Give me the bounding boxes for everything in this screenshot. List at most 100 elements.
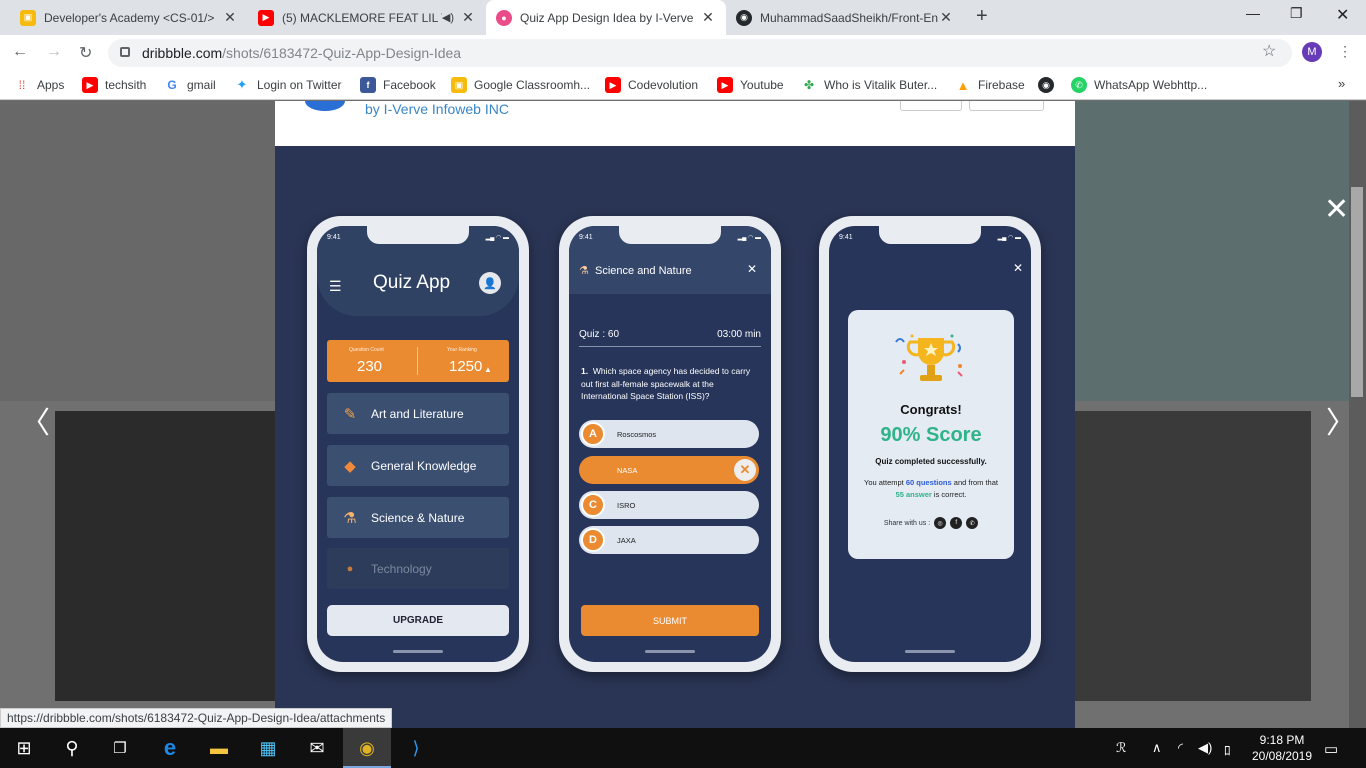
edge-icon[interactable]: e [158, 735, 182, 760]
header-button[interactable] [900, 101, 962, 111]
more-bookmarks-icon[interactable]: » [1338, 76, 1345, 91]
bookmark-apps[interactable]: ⁞⁞ Apps [14, 77, 64, 93]
maximize-button[interactable]: ❐ [1290, 5, 1303, 22]
vscode-icon[interactable]: ⟩ [404, 736, 428, 760]
close-icon[interactable]: ✕ [460, 9, 476, 26]
congrats-text: Congrats! [900, 402, 962, 417]
tab-github[interactable]: ◉ MuhammadSaadSheikh/Front-En ✕ [726, 0, 964, 35]
youtube-icon: ▶ [82, 77, 98, 93]
system-clock[interactable]: 9:18 PM 20/08/2019 [1246, 732, 1318, 764]
forward-button[interactable]: → [46, 43, 62, 61]
window-close-button[interactable]: ✕ [1336, 5, 1349, 25]
option-letter: A [581, 422, 605, 446]
previous-shot-icon[interactable]: 〈 [20, 398, 50, 442]
shot-author[interactable]: by I-Verve Infoweb INC [365, 101, 509, 117]
tray-chevron-icon[interactable]: ∧ [1152, 740, 1162, 756]
category-technology[interactable]: ● Technology [327, 548, 509, 589]
option-text: ISRO [617, 500, 636, 510]
user-avatar[interactable]: 👤 [479, 272, 501, 294]
classroom-icon: ▣ [451, 77, 467, 93]
option-d[interactable]: D JAXA [579, 526, 759, 554]
clock-date: 20/08/2019 [1251, 749, 1313, 763]
submit-button[interactable]: SUBMIT [581, 605, 759, 636]
result-card: Congrats! 90% Score Quiz completed succe… [848, 310, 1014, 559]
option-c[interactable]: C ISRO [579, 491, 759, 519]
notifications-icon[interactable]: ▭ [1324, 740, 1338, 758]
attempt-summary: You attempt 60 questions and from that 5… [864, 478, 998, 499]
whatsapp-icon[interactable]: ✆ [966, 517, 979, 529]
tab-youtube[interactable]: ▶ (5) MACKLEMORE FEAT LIL YA ◀) ✕ [248, 0, 486, 35]
mail-icon[interactable]: ✉ [305, 736, 329, 760]
chrome-icon[interactable]: ◉ [355, 736, 379, 760]
lightbox-close-icon[interactable]: ✕ [1324, 195, 1349, 225]
tab-dribbble[interactable]: ● Quiz App Design Idea by I-Verve ✕ [486, 0, 726, 35]
phone-notch [367, 226, 469, 244]
lightbox-backdrop[interactable]: by I-Verve Infoweb INC 9:41 ▂▄ ◠ ▬ ☰ Qui… [0, 101, 1366, 728]
bookmark-firebase[interactable]: ▲ Firebase [955, 77, 1025, 93]
close-icon[interactable]: ✕ [700, 9, 716, 26]
tab-developers-academy[interactable]: ▣ Developer's Academy <CS-01/> ✕ [10, 0, 248, 35]
share-label: Share with us : [883, 519, 931, 527]
close-icon[interactable]: ✕ [747, 262, 757, 276]
minimize-button[interactable]: — [1246, 5, 1260, 21]
url-path: /shots/6183472-Quiz-App-Design-Idea [222, 45, 462, 61]
option-b-wrong[interactable]: NASA ✕ [579, 456, 759, 484]
option-a[interactable]: A Roscosmos [579, 420, 759, 448]
back-button[interactable]: ← [12, 43, 28, 61]
close-icon[interactable]: ✕ [1013, 261, 1023, 275]
upgrade-button[interactable]: UPGRADE [327, 605, 509, 636]
page-scrollbar[interactable] [1349, 101, 1366, 728]
windows-start-icon[interactable]: ⊞ [12, 736, 36, 760]
scrollbar-thumb[interactable] [1351, 187, 1363, 397]
bookmark-github[interactable]: ◉ [1038, 77, 1061, 93]
store-icon[interactable]: ▦ [256, 736, 280, 760]
address-bar[interactable]: dribbble.com/shots/6183472-Quiz-App-Desi… [108, 39, 1292, 67]
adjacent-shot-left-dark [55, 411, 275, 701]
task-view-icon[interactable]: ❐ [108, 736, 132, 760]
hamburger-icon[interactable]: ☰ [329, 278, 342, 295]
menu-kebab-icon[interactable]: ⋮ [1338, 43, 1352, 60]
header-button[interactable] [969, 101, 1044, 111]
bookmark-gmail[interactable]: Ggmail [164, 77, 216, 93]
facebook-icon[interactable]: f [950, 517, 963, 529]
file-explorer-icon[interactable]: ▬ [207, 736, 231, 760]
share-row: Share with us : ◎ f ✆ [848, 517, 1014, 529]
category-general-knowledge[interactable]: ◆ General Knowledge [327, 445, 509, 486]
close-icon[interactable]: ✕ [938, 9, 954, 26]
bookmark-classroom[interactable]: ▣ Google Classroomh... [451, 77, 590, 93]
bookmark-star-icon[interactable]: ☆ [1262, 41, 1276, 61]
person-icon: ▲ [484, 365, 492, 374]
google-icon: G [164, 77, 180, 93]
phone-notch [619, 226, 721, 244]
bookmark-twitter[interactable]: ✦ Login on Twitter [234, 77, 342, 93]
status-time: 9:41 [839, 234, 853, 241]
close-icon[interactable]: ✕ [222, 9, 238, 26]
people-icon[interactable]: ℛ [1116, 740, 1126, 756]
dice-icon: ◆ [344, 457, 356, 475]
bookmark-whatsapp[interactable]: ✆ WhatsApp Webhttp... [1071, 77, 1207, 93]
github-icon: ◉ [736, 9, 752, 26]
youtube-icon: ▶ [258, 9, 274, 26]
profile-avatar[interactable]: M [1302, 42, 1322, 62]
tab-title: Developer's Academy <CS-01/> [44, 10, 215, 25]
bookmark-youtube[interactable]: ▶ Youtube [717, 77, 784, 93]
ime-icon[interactable]: ﾛ [1224, 740, 1231, 759]
new-tab-button[interactable]: + [976, 5, 988, 28]
reload-button[interactable]: ↻ [79, 43, 92, 63]
volume-icon[interactable]: ◀) [1198, 740, 1212, 756]
bookmark-label: techsith [105, 78, 147, 92]
bookmark-techsith[interactable]: ▶ techsith [82, 77, 146, 93]
option-text: JAXA [617, 535, 636, 545]
instagram-icon[interactable]: ◎ [934, 517, 947, 529]
search-icon[interactable]: ⚲ [60, 736, 84, 760]
bookmark-facebook[interactable]: f Facebook [360, 77, 436, 93]
bookmark-codevolution[interactable]: ▶ Codevolution [605, 77, 698, 93]
category-science-nature[interactable]: ⚗ Science & Nature [327, 497, 509, 538]
designer-avatar[interactable] [305, 101, 345, 111]
speaker-icon[interactable]: ◀) [442, 11, 454, 24]
shot-image: by I-Verve Infoweb INC 9:41 ▂▄ ◠ ▬ ☰ Qui… [275, 101, 1075, 728]
category-art-literature[interactable]: ✎ Art and Literature [327, 393, 509, 434]
quiz-timer: 03:00 min [717, 329, 761, 340]
bookmark-vitalik[interactable]: ✤ Who is Vitalik Buter... [801, 77, 937, 93]
wifi-icon[interactable]: ◜ [1178, 740, 1183, 756]
